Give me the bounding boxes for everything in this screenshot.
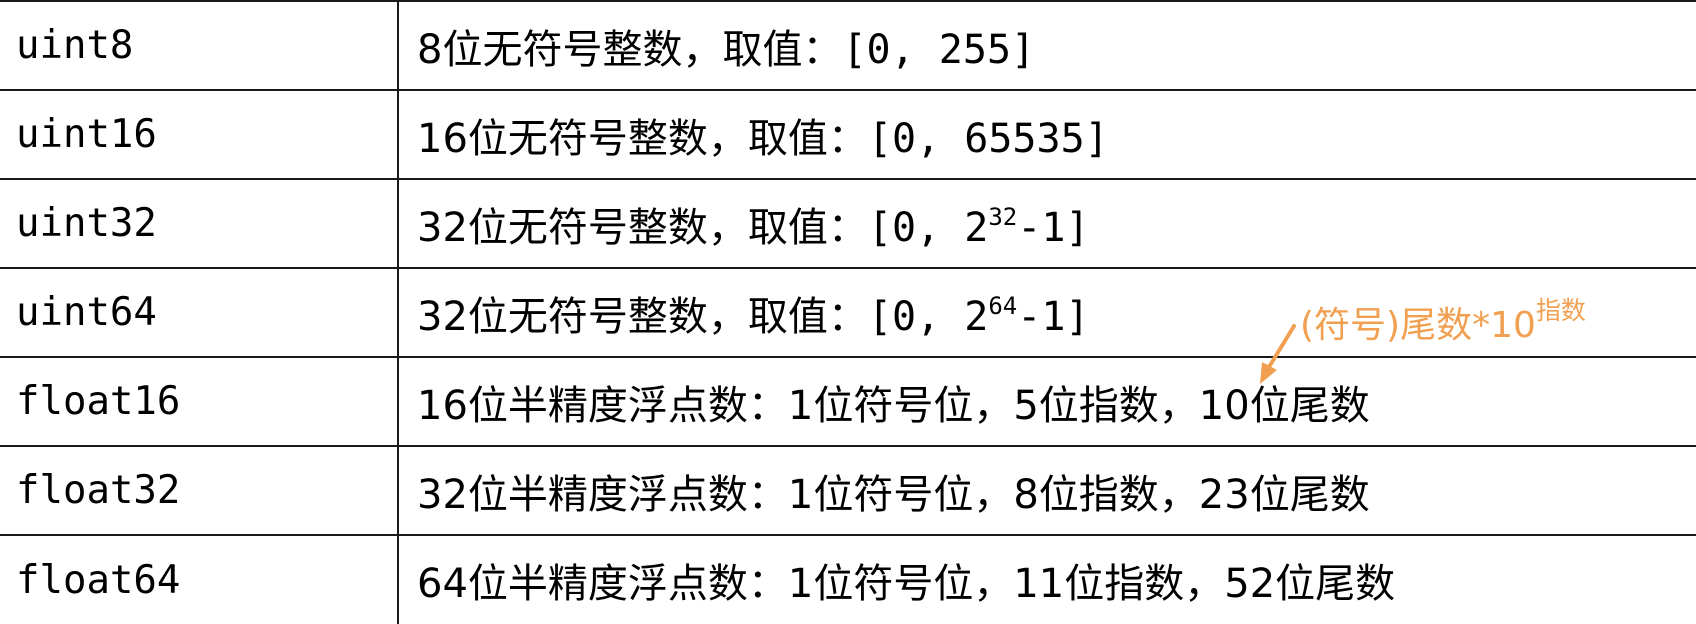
- range-exponent: 64: [988, 291, 1018, 320]
- range-base: 65535: [964, 115, 1085, 162]
- annotation-text: (符号)尾数*10: [1300, 305, 1536, 346]
- table-row: float16 16位半精度浮点数：1位符号位，5位指数，10位尾数: [0, 357, 1696, 447]
- range-suffix: ]: [1084, 115, 1109, 162]
- range-suffix: -1]: [1017, 293, 1090, 340]
- float-format-annotation: (符号)尾数*10指数: [1300, 296, 1586, 348]
- range-base: 2: [964, 293, 989, 340]
- table-row: uint32 32位无符号整数，取值：[0, 232-1]: [0, 179, 1696, 269]
- annotation-arrow-icon: [1260, 324, 1296, 384]
- range-prefix: [0,: [842, 26, 939, 73]
- type-desc-cell: 32位半精度浮点数：1位符号位，8位指数，23位尾数: [398, 446, 1696, 536]
- range-base: 255: [938, 26, 1012, 73]
- range-prefix: [0,: [867, 204, 965, 251]
- table-row: float32 32位半精度浮点数：1位符号位，8位指数，23位尾数: [0, 446, 1696, 536]
- desc-text: 8位无符号整数，取值：: [417, 26, 843, 73]
- type-desc-cell: 16位无符号整数，取值：[0, 65535]: [398, 90, 1696, 180]
- range-exponent: 32: [988, 202, 1018, 231]
- type-name-cell: uint64: [0, 268, 399, 358]
- desc-text: 32位无符号整数，取值：: [417, 204, 868, 251]
- table-row: float64 64位半精度浮点数：1位符号位，11位指数，52位尾数: [0, 535, 1696, 624]
- range-prefix: [0,: [867, 115, 965, 162]
- type-name-cell: float16: [0, 357, 399, 447]
- type-desc-cell: 64位半精度浮点数：1位符号位，11位指数，52位尾数: [417, 561, 1396, 607]
- range-prefix: [0,: [867, 293, 965, 340]
- range-suffix: ]: [1011, 26, 1036, 73]
- type-name-cell: uint8: [0, 0, 399, 91]
- type-name-cell: uint16: [0, 90, 399, 180]
- desc-text: 16位无符号整数，取值：: [417, 115, 868, 162]
- range-suffix: -1]: [1017, 204, 1090, 251]
- type-desc-cell: 32位无符号整数，取值：[0, 232-1]: [398, 179, 1696, 269]
- type-desc-cell: 8位无符号整数，取值：[0, 255]: [398, 0, 1696, 91]
- table-row: uint16 16位无符号整数，取值：[0, 65535]: [0, 90, 1696, 180]
- type-desc-cell: 16位半精度浮点数：1位符号位，5位指数，10位尾数: [398, 357, 1696, 447]
- desc-text: 32位无符号整数，取值：: [417, 293, 868, 340]
- annotation-superscript: 指数: [1535, 296, 1586, 325]
- type-name-cell: float64: [0, 535, 399, 624]
- type-name-cell: uint32: [0, 179, 399, 269]
- range-base: 2: [964, 204, 989, 251]
- type-name-cell: float32: [0, 446, 399, 536]
- table-row: uint8 8位无符号整数，取值：[0, 255]: [0, 0, 1696, 91]
